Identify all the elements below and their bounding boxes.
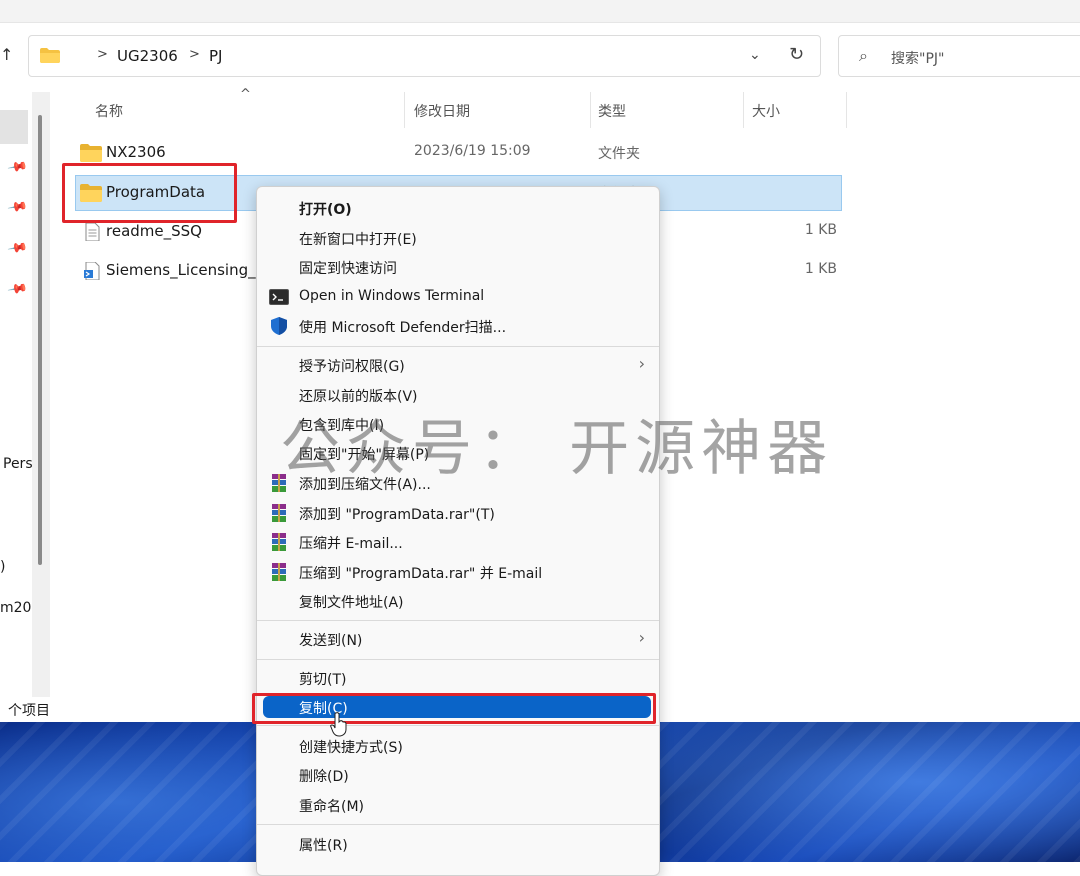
folder-icon [40, 48, 60, 63]
menu-separator [257, 620, 659, 621]
nav-scrollbar-thumb[interactable] [38, 115, 42, 565]
breadcrumb-pj[interactable]: PJ [209, 47, 222, 65]
search-icon: ⌕ [859, 46, 868, 65]
menu-item-grant-access[interactable]: 授予访问权限(G) › [257, 350, 659, 380]
menu-item-defender-scan[interactable]: 使用 Microsoft Defender扫描... [257, 311, 659, 341]
chevron-right-icon: › [638, 354, 645, 373]
nav-item-partial[interactable]: Pers [3, 456, 33, 472]
watermark-text: 公众号： 开源神器 [280, 414, 834, 484]
nav-item-partial[interactable]: ) [0, 559, 5, 575]
file-name: readme_SSQ [106, 222, 202, 240]
sort-ascending-icon: ^ [240, 87, 251, 102]
shield-icon [271, 317, 287, 335]
column-header-type[interactable]: 类型 [598, 101, 626, 121]
menu-item-label: 压缩到 "ProgramData.rar" 并 E-mail [299, 566, 543, 582]
file-date: 2023/6/19 15:09 [414, 143, 531, 159]
search-input[interactable]: 搜索"PJ" [891, 48, 944, 68]
menu-item-label: 复制文件地址(A) [299, 595, 404, 611]
chevron-down-icon[interactable]: ⌄ [749, 47, 761, 63]
column-header-name[interactable]: 名称 [95, 101, 123, 121]
context-menu: 打开(O) 在新窗口中打开(E) 固定到快速访问 Open in Windows… [256, 186, 660, 876]
menu-item-add-rar[interactable]: 添加到 "ProgramData.rar"(T) [257, 498, 659, 528]
menu-item-pin-quick-access[interactable]: 固定到快速访问 [257, 252, 659, 282]
menu-item-label: 剪切(T) [299, 672, 347, 688]
menu-item-label: 添加到 "ProgramData.rar"(T) [299, 507, 495, 523]
nav-selected-item[interactable] [0, 110, 28, 144]
menu-item-label: 压缩并 E-mail... [299, 536, 403, 552]
menu-item-open-new-window[interactable]: 在新窗口中打开(E) [257, 223, 659, 253]
menu-item-compress-email[interactable]: 压缩并 E-mail... [257, 527, 659, 557]
menu-separator [257, 659, 659, 660]
column-divider[interactable] [590, 92, 591, 128]
menu-item-label: 重命名(M) [299, 799, 365, 815]
column-divider[interactable] [743, 92, 744, 128]
column-divider[interactable] [846, 92, 847, 128]
file-size: 1 KB [804, 261, 837, 277]
refresh-icon[interactable]: ↻ [789, 44, 804, 65]
menu-item-rename[interactable]: 重命名(M) [257, 790, 659, 820]
annotation-box-copy [252, 693, 656, 724]
status-item-count: 个项目 [8, 703, 50, 719]
menu-item-label: 属性(R) [299, 838, 348, 854]
menu-item-open[interactable]: 打开(O) [257, 193, 659, 223]
menu-item-cut[interactable]: 剪切(T) [257, 663, 659, 693]
text-file-icon [85, 223, 100, 241]
menu-item-create-shortcut[interactable]: 创建快捷方式(S) [257, 731, 659, 761]
winrar-icon [272, 504, 286, 522]
menu-item-label: 打开(O) [299, 202, 352, 218]
column-header-date[interactable]: 修改日期 [414, 101, 470, 121]
search-box[interactable]: ⌕ 搜索"PJ" [838, 35, 1080, 77]
menu-item-label: 授予访问权限(G) [299, 359, 405, 375]
annotation-box-programdata [62, 163, 237, 223]
script-file-icon [84, 262, 100, 280]
breadcrumb-separator: > [189, 47, 200, 62]
column-header-size[interactable]: 大小 [752, 101, 780, 121]
menu-item-label: Open in Windows Terminal [299, 288, 485, 304]
address-bar[interactable]: > UG2306 > PJ ⌄ ↻ [28, 35, 821, 77]
menu-item-label: 在新窗口中打开(E) [299, 232, 417, 248]
menu-item-properties[interactable]: 属性(R) [257, 829, 659, 859]
mouse-cursor-icon [330, 712, 347, 737]
menu-item-delete[interactable]: 删除(D) [257, 760, 659, 790]
nav-item-partial[interactable]: m20 [0, 600, 31, 616]
title-strip [0, 0, 1080, 23]
file-name: NX2306 [106, 143, 166, 161]
menu-item-label: 固定到快速访问 [299, 261, 397, 277]
menu-item-label: 删除(D) [299, 769, 349, 785]
menu-item-label: 发送到(N) [299, 633, 363, 649]
folder-icon [80, 144, 102, 162]
menu-separator [257, 725, 659, 726]
chevron-right-icon: › [638, 628, 645, 647]
file-type: 文件夹 [598, 146, 640, 162]
menu-separator [257, 824, 659, 825]
column-divider[interactable] [404, 92, 405, 128]
file-size: 1 KB [804, 222, 837, 238]
terminal-icon [269, 289, 289, 305]
winrar-icon [272, 563, 286, 581]
menu-item-send-to[interactable]: 发送到(N) › [257, 624, 659, 654]
menu-item-copy-path[interactable]: 复制文件地址(A) [257, 586, 659, 616]
menu-item-compress-rar-email[interactable]: 压缩到 "ProgramData.rar" 并 E-mail [257, 557, 659, 587]
winrar-icon [272, 533, 286, 551]
breadcrumb-separator: > [97, 47, 108, 62]
menu-item-open-terminal[interactable]: Open in Windows Terminal [257, 282, 659, 312]
menu-separator [257, 346, 659, 347]
menu-item-label: 创建快捷方式(S) [299, 740, 403, 756]
file-name: Siemens_Licensing_S [106, 261, 266, 279]
menu-item-label: 使用 Microsoft Defender扫描... [299, 320, 507, 336]
up-arrow-icon[interactable]: ↑ [0, 45, 13, 64]
breadcrumb-ug2306[interactable]: UG2306 [117, 47, 178, 65]
